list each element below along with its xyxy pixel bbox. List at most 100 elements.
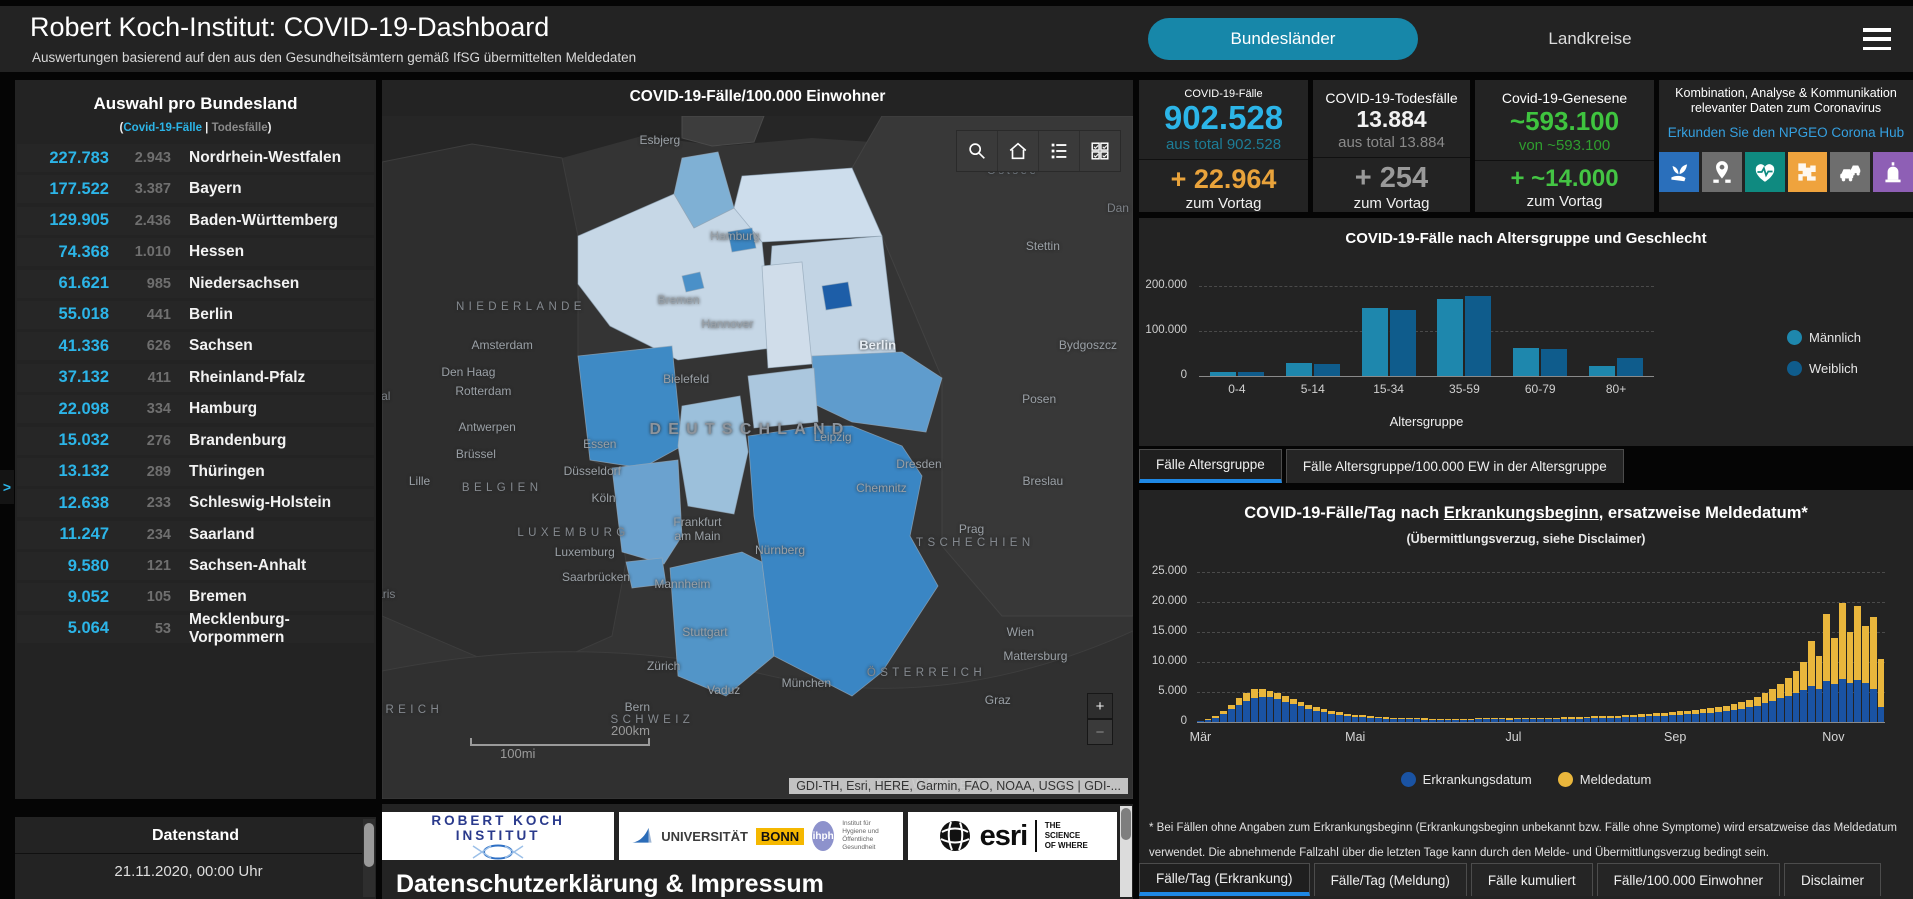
daily-bar[interactable]	[1715, 706, 1722, 722]
tab-daily-1[interactable]: Fälle/Tag (Meldung)	[1313, 863, 1467, 896]
rki-logo[interactable]: ROBERT KOCH INSTITUT	[382, 812, 615, 860]
daily-bar[interactable]	[1197, 721, 1204, 722]
bundesland-row[interactable]: 11.247 234 Saarland	[17, 520, 374, 549]
daily-bar[interactable]	[1243, 692, 1251, 722]
daily-bar[interactable]	[1204, 719, 1212, 722]
daily-bar[interactable]	[1738, 702, 1746, 722]
daily-bar[interactable]	[1645, 713, 1653, 722]
daily-bar[interactable]	[1343, 713, 1351, 722]
legend-item[interactable]: Meldedatum	[1557, 772, 1651, 787]
scrollbar-thumb[interactable]	[1121, 808, 1131, 840]
daily-bar[interactable]	[1320, 709, 1328, 722]
npgeo-link[interactable]: Erkunden Sie den NPGEO Corona Hub	[1659, 125, 1913, 140]
bundesland-row[interactable]: 13.132 289 Thüringen	[17, 457, 374, 486]
daily-bar[interactable]	[1336, 712, 1343, 722]
bell-icon[interactable]	[1873, 152, 1913, 192]
daily-bar[interactable]	[1815, 656, 1823, 722]
search-icon[interactable]	[957, 131, 997, 171]
daily-bar[interactable]	[1514, 718, 1521, 722]
basemap-icon[interactable]	[1079, 131, 1120, 171]
tab-daily-4[interactable]: Disclaimer	[1784, 863, 1882, 896]
daily-bar[interactable]	[1313, 707, 1320, 722]
daily-bar[interactable]	[1289, 699, 1297, 722]
daily-bar[interactable]	[1452, 718, 1459, 722]
uni-bonn-logo[interactable]: UNIVERSITÄT BONN ihph Institut für Hygie…	[619, 812, 904, 860]
bundesland-row[interactable]: 41.336 626 Sachsen	[17, 332, 374, 361]
daily-bar[interactable]	[1622, 715, 1630, 722]
hand-plant-icon[interactable]	[1659, 152, 1699, 192]
daily-bar[interactable]	[1668, 712, 1676, 722]
bundesland-row[interactable]: 15.032 276 Brandenburg	[17, 426, 374, 455]
nav-bundeslaender-button[interactable]: Bundesländer	[1148, 18, 1418, 60]
daily-bar[interactable]	[1413, 718, 1421, 722]
legend-cases[interactable]: Covid-19-Fälle	[123, 122, 202, 134]
germany-map-canvas[interactable]: EsbjergOstseeDanHamburgStettinBremenNIED…	[382, 116, 1133, 799]
daily-bar[interactable]	[1777, 683, 1784, 722]
scrollbar-thumb[interactable]	[364, 823, 374, 867]
daily-bar[interactable]	[1560, 717, 1568, 722]
daily-bar[interactable]	[1792, 671, 1800, 722]
bundesland-row[interactable]: 129.905 2.436 Baden-Württemberg	[17, 206, 374, 235]
daily-bar[interactable]	[1506, 718, 1514, 722]
daily-bar[interactable]	[1692, 709, 1699, 722]
daily-bar[interactable]	[1730, 704, 1738, 722]
daily-bar[interactable]	[1831, 638, 1838, 722]
daily-bar[interactable]	[1351, 714, 1359, 722]
menu-icon[interactable]	[1863, 28, 1891, 50]
bundesland-row[interactable]: 61.621 985 Niedersachsen	[17, 269, 374, 298]
daily-bar[interactable]	[1398, 717, 1405, 722]
daily-bar[interactable]	[1676, 711, 1684, 722]
daily-bar[interactable]	[1769, 689, 1777, 722]
daily-bar[interactable]	[1722, 705, 1730, 722]
bundesland-row[interactable]: 22.098 334 Hamburg	[17, 395, 374, 424]
daily-bar[interactable]	[1637, 714, 1645, 722]
daily-bar[interactable]	[1877, 659, 1885, 722]
home-icon[interactable]	[997, 131, 1038, 171]
daily-bar[interactable]	[1808, 641, 1815, 722]
zoom-out-button[interactable]: −	[1087, 719, 1113, 745]
zoom-in-button[interactable]: +	[1087, 693, 1113, 719]
age-bar-group[interactable]	[1426, 286, 1502, 376]
daily-bar[interactable]	[1838, 603, 1846, 722]
daily-bar[interactable]	[1467, 718, 1475, 722]
legend-item[interactable]: Erkrankungsdatum	[1400, 772, 1532, 787]
tab-daily-3[interactable]: Fälle/100.000 Einwohner	[1596, 863, 1781, 896]
age-bar-group[interactable]	[1199, 286, 1275, 376]
bundesland-row[interactable]: 37.132 411 Rheinland-Pfalz	[17, 363, 374, 392]
bundesland-row[interactable]: 5.064 53 Mecklenburg-Vorpommern	[17, 611, 374, 646]
legend-list-icon[interactable]	[1038, 131, 1079, 171]
daily-bar[interactable]	[1869, 617, 1877, 722]
daily-bar[interactable]	[1382, 717, 1390, 722]
daily-bar[interactable]	[1297, 702, 1305, 722]
daily-bar[interactable]	[1761, 693, 1769, 722]
bundesland-row[interactable]: 9.580 121 Sachsen-Anhalt	[17, 552, 374, 581]
bundesland-row[interactable]: 227.783 2.943 Nordrhein-Westfalen	[17, 144, 374, 172]
daily-bar[interactable]	[1568, 717, 1575, 722]
daily-bar[interactable]	[1684, 710, 1691, 722]
daily-bar[interactable]	[1854, 605, 1862, 722]
heart-pulse-icon[interactable]	[1744, 152, 1785, 192]
daily-bar[interactable]	[1274, 693, 1282, 722]
daily-bar[interactable]	[1823, 614, 1831, 722]
daily-bar[interactable]	[1390, 717, 1398, 722]
daily-bar[interactable]	[1421, 718, 1429, 722]
daily-bar[interactable]	[1220, 711, 1227, 722]
sidebar-expand-chevron-icon[interactable]: >	[0, 470, 14, 504]
daily-bar[interactable]	[1784, 678, 1792, 722]
bundesland-row[interactable]: 177.522 3.387 Bayern	[17, 175, 374, 204]
scrollbar[interactable]	[363, 819, 375, 897]
legend-item[interactable]: Weiblich	[1787, 361, 1861, 376]
daily-bar[interactable]	[1374, 716, 1382, 722]
map-pin-icon[interactable]	[1701, 152, 1742, 192]
bundesland-row[interactable]: 9.052 105 Bremen	[17, 583, 374, 612]
daily-bar[interactable]	[1475, 718, 1483, 722]
daily-bar[interactable]	[1367, 716, 1374, 722]
daily-bar[interactable]	[1212, 716, 1220, 722]
daily-bar[interactable]	[1575, 716, 1583, 722]
daily-bar[interactable]	[1746, 699, 1753, 722]
daily-bar[interactable]	[1251, 689, 1258, 722]
daily-bar[interactable]	[1359, 715, 1367, 722]
daily-bar[interactable]	[1599, 716, 1606, 722]
daily-bar[interactable]	[1235, 698, 1243, 722]
daily-bar[interactable]	[1258, 689, 1266, 722]
